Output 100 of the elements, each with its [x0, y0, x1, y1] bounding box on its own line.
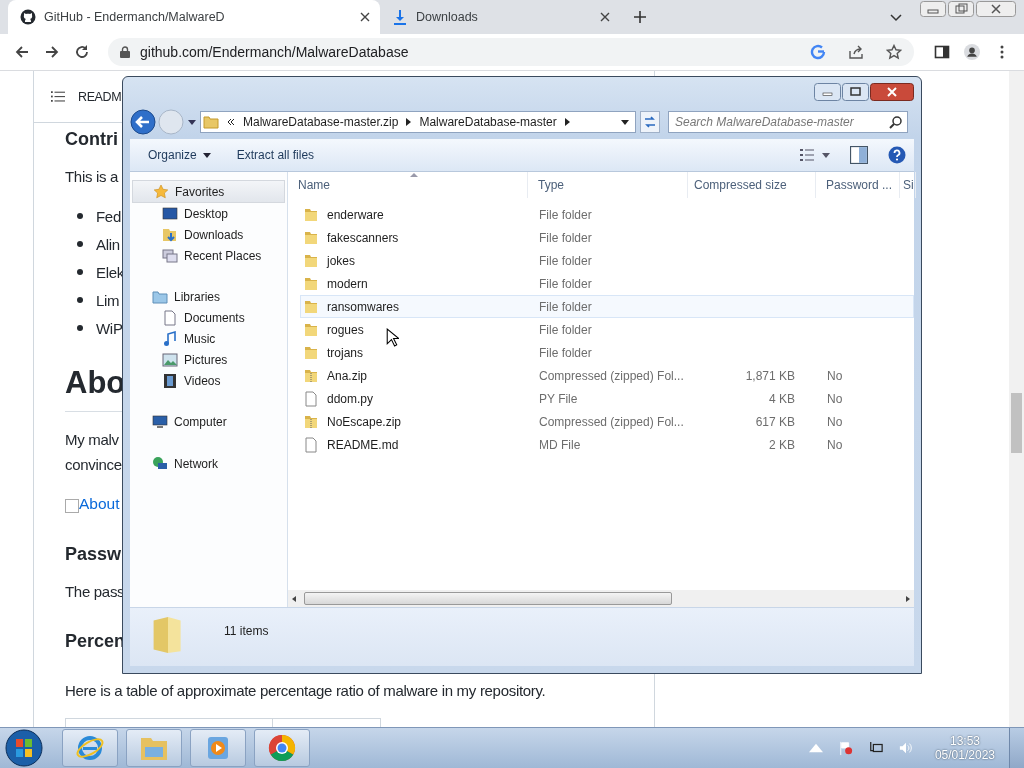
file-name: ransomwares	[327, 299, 400, 314]
minimize-icon[interactable]	[814, 83, 841, 101]
list-item: Lim	[96, 291, 120, 309]
refresh-icon[interactable]	[640, 111, 660, 133]
file-name: NoEscape.zip	[327, 414, 402, 429]
flag-icon[interactable]	[838, 741, 853, 755]
preview-pane-icon[interactable]	[850, 146, 868, 164]
list-icon[interactable]	[51, 90, 65, 103]
table-cell: 1,871 KB	[745, 368, 795, 383]
back-icon[interactable]	[130, 109, 156, 135]
breadcrumb-item[interactable]: MalwareDatabase-master	[419, 115, 557, 129]
file-row[interactable]: Ana.zip Compressed (zipped) Fol... 1,871 KB No	[300, 364, 914, 387]
table-cell-text: File folder	[538, 230, 593, 245]
nav-item[interactable]: Computer	[132, 411, 285, 432]
close-icon[interactable]	[870, 83, 914, 101]
side-panel-icon[interactable]	[934, 44, 950, 60]
close-icon[interactable]	[360, 12, 370, 22]
reload-icon[interactable]	[74, 44, 90, 60]
globe-icon	[152, 455, 168, 472]
column-header[interactable]: Type	[528, 172, 688, 198]
caret-icon[interactable]	[188, 119, 196, 125]
file-name: README.md	[327, 437, 399, 452]
file-row[interactable]: NoEscape.zip Compressed (zipped) Fol... 617 KB No	[300, 410, 914, 433]
film-icon	[162, 372, 178, 389]
nav-item[interactable]: Favorites	[132, 180, 285, 203]
file-icon	[303, 390, 319, 407]
table-cell: No	[827, 391, 843, 406]
table-cell: No	[827, 437, 843, 452]
folder-icon	[152, 288, 168, 305]
network-icon[interactable]	[868, 741, 883, 755]
file-row[interactable]: modern File folder	[300, 272, 914, 295]
table-cell-text: Compressed (zipped) Fol...	[538, 368, 685, 383]
scrollbar[interactable]	[288, 590, 914, 607]
folder-icon	[303, 321, 319, 338]
folder-icon	[303, 229, 319, 246]
file-row[interactable]: trojans File folder	[300, 341, 914, 364]
file-row[interactable]: jokes File folder	[300, 249, 914, 272]
caret-icon[interactable]	[406, 118, 412, 126]
google-icon[interactable]	[810, 44, 826, 60]
nav-item[interactable]: Libraries	[132, 286, 285, 307]
file-row[interactable]: enderware File folder	[300, 203, 914, 226]
nav-item[interactable]: Music	[130, 328, 287, 349]
restore-icon[interactable]	[948, 1, 974, 17]
nav-item[interactable]: Documents	[130, 307, 287, 328]
nav-item[interactable]: Network	[132, 453, 285, 474]
nav-item[interactable]: Desktop	[130, 203, 287, 224]
browser-taskbar-icon[interactable]	[62, 729, 118, 767]
browser-tab[interactable]: GitHub - Endermanch/MalwareD	[8, 0, 380, 34]
column-header[interactable]: Si	[900, 172, 916, 198]
file-row[interactable]: ddom.py PY File 4 KB No	[300, 387, 914, 410]
browser-tab[interactable]: Downloads	[380, 0, 620, 34]
maximize-icon[interactable]	[842, 83, 869, 101]
search-field[interactable]: Search MalwareDatabase-master	[668, 111, 908, 133]
folder-icon	[303, 275, 319, 292]
bullet-icon	[77, 213, 83, 219]
table-cell-text: File folder	[538, 299, 593, 314]
file-row[interactable]: rogues File folder	[300, 318, 914, 341]
scroll-right-icon[interactable]	[906, 595, 910, 602]
file-name: rogues	[327, 322, 364, 337]
file-row[interactable]: ransomwares File folder	[300, 295, 914, 318]
profile-icon[interactable]	[964, 44, 980, 60]
file-row[interactable]: fakescanners File folder	[300, 226, 914, 249]
nav-item[interactable]: Pictures	[130, 349, 287, 370]
file-row[interactable]: README.md MD File 2 KB No	[300, 433, 914, 456]
toolbar-button[interactable]: Organize	[140, 145, 219, 165]
scrollbar[interactable]	[1009, 71, 1024, 727]
column-header[interactable]: Password ...	[816, 172, 900, 198]
section-heading: Abo	[65, 364, 126, 402]
breadcrumb-item[interactable]: MalwareDatabase-master.zip	[243, 115, 399, 129]
nav-item[interactable]: Videos	[130, 370, 287, 391]
paragraph: This is a	[65, 167, 119, 187]
back-icon[interactable]	[14, 44, 30, 60]
toolbar-button[interactable]: Extract all files	[228, 145, 323, 165]
about-link[interactable]: About	[79, 495, 120, 513]
column-header[interactable]: Compressed size	[688, 172, 816, 198]
url-text: github.com/Endermanch/MalwareDatabase	[140, 44, 409, 60]
file-name: modern	[327, 276, 368, 291]
start-button[interactable]	[4, 728, 44, 768]
table-cell-text: File folder	[538, 345, 593, 360]
chevron-down-icon[interactable]	[890, 14, 902, 22]
share-icon[interactable]	[848, 44, 864, 60]
forward-icon[interactable]	[44, 44, 60, 60]
view-options-icon[interactable]	[800, 148, 830, 162]
nav-item[interactable]: Recent Places	[130, 245, 287, 266]
address-field[interactable]: MalwareDatabase-master.zip MalwareDatabase-master	[200, 111, 636, 133]
desktop-icon	[162, 205, 178, 222]
close-icon[interactable]	[976, 1, 1016, 17]
nav-item[interactable]: Downloads	[130, 224, 287, 245]
tab-title: Downloads	[416, 10, 479, 24]
address-bar[interactable]: github.com/Endermanch/MalwareDatabase	[108, 38, 914, 66]
scroll-left-icon[interactable]	[292, 595, 296, 602]
file-name: trojans	[327, 345, 364, 360]
help-icon[interactable]	[888, 146, 906, 164]
table-cell: No	[827, 414, 843, 429]
chrome-taskbar-icon[interactable]	[254, 729, 310, 767]
close-icon[interactable]	[600, 12, 610, 22]
caret-icon[interactable]	[564, 118, 570, 126]
new-tab-icon[interactable]	[634, 11, 646, 23]
caret-icon[interactable]	[621, 119, 629, 125]
star-icon[interactable]	[886, 44, 902, 60]
